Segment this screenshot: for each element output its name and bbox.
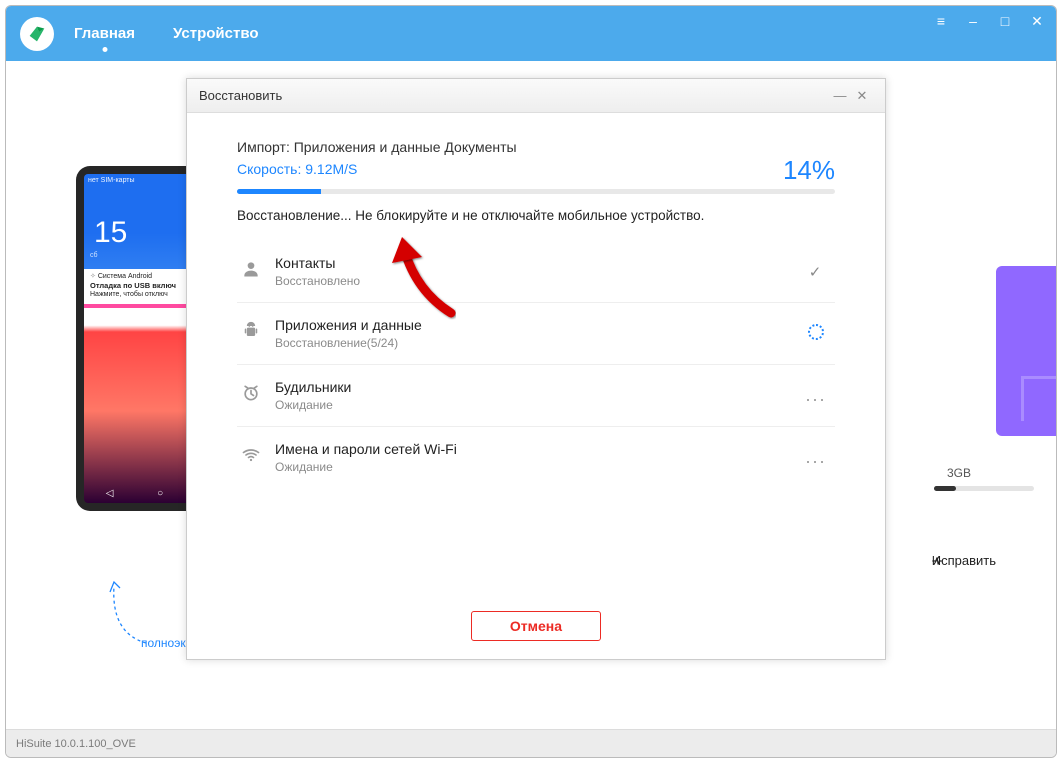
main-header: Главная Устройство ≡ – □ ✕	[6, 6, 1056, 61]
category-title: Контакты	[275, 255, 801, 271]
import-line: Импорт: Приложения и данные Документы	[237, 139, 835, 155]
nav-tab[interactable]: Устройство	[167, 25, 265, 42]
storage-bar	[934, 486, 1034, 491]
category-title: Будильники	[275, 379, 801, 395]
phone-notif-sub: Нажмите, чтобы отключ	[90, 291, 168, 298]
wifi-icon	[241, 445, 275, 470]
progress-bar	[237, 189, 835, 194]
dialog-titlebar: Восстановить — ✕	[187, 79, 885, 113]
dialog-close-icon[interactable]: ✕	[851, 88, 873, 104]
app-footer: HiSuite 10.0.1.100_OVE	[6, 729, 1056, 757]
category-status: Восстановлено	[275, 274, 801, 288]
category-status: Ожидание	[275, 460, 801, 474]
close-icon[interactable]: ✕	[1028, 12, 1046, 30]
phone-status-left: нет SIM-карты	[88, 177, 135, 185]
category-status: Ожидание	[275, 398, 801, 412]
cancel-button[interactable]: Отмена	[471, 611, 601, 641]
speed-line: Скорость: 9.12M/S	[237, 161, 835, 177]
category-row: Имена и пароли сетей Wi-Fi Ожидание...	[237, 426, 835, 488]
category-title: Приложения и данные	[275, 317, 801, 333]
dialog-title: Восстановить	[199, 88, 282, 103]
version-label: HiSuite 10.0.1.100_OVE	[16, 738, 136, 750]
category-status: Восстановление(5/24)	[275, 336, 801, 350]
fix-link[interactable]: Исправить	[932, 553, 996, 568]
nav-tab[interactable]: Главная	[68, 25, 141, 42]
app-window: ГлавнаяУстройство ≡ – □ ✕ нет SIM-карты …	[5, 5, 1057, 758]
restoring-message: Восстановление... Не блокируйте и не отк…	[237, 208, 835, 223]
category-list: Контакты Восстановлено✓ Приложения и данны…	[237, 241, 835, 488]
dialog-minimize-icon[interactable]: —	[829, 88, 851, 103]
nav-tabs: Главная Устройство	[68, 25, 275, 43]
person-icon	[241, 259, 275, 284]
category-row: Будильники Ожидание...	[237, 364, 835, 426]
category-title: Имена и пароли сетей Wi-Fi	[275, 441, 801, 457]
window-controls: ≡ – □ ✕	[932, 12, 1046, 30]
nav-home-icon: ○	[157, 488, 163, 499]
menu-icon[interactable]: ≡	[932, 12, 950, 30]
category-state: ✓	[801, 263, 831, 281]
nav-back-icon: ◁	[106, 488, 114, 499]
storage-label: 3GB	[947, 466, 971, 480]
percent-label: 14%	[783, 155, 835, 186]
alarm-icon	[241, 383, 275, 408]
category-state: ...	[801, 447, 831, 468]
phone-notif-from: Система Android	[98, 273, 152, 280]
category-row: Приложения и данные Восстановление(5/24)	[237, 302, 835, 364]
restore-dialog: Восстановить — ✕ Импорт: Приложения и да…	[186, 78, 886, 660]
minimize-icon[interactable]: –	[964, 12, 982, 30]
app-logo	[20, 17, 54, 51]
android-icon	[241, 321, 275, 346]
maximize-icon[interactable]: □	[996, 12, 1014, 30]
category-row: Контакты Восстановлено✓	[237, 241, 835, 302]
category-state: ...	[801, 385, 831, 406]
category-state	[801, 324, 831, 344]
right-illustration	[996, 266, 1056, 436]
